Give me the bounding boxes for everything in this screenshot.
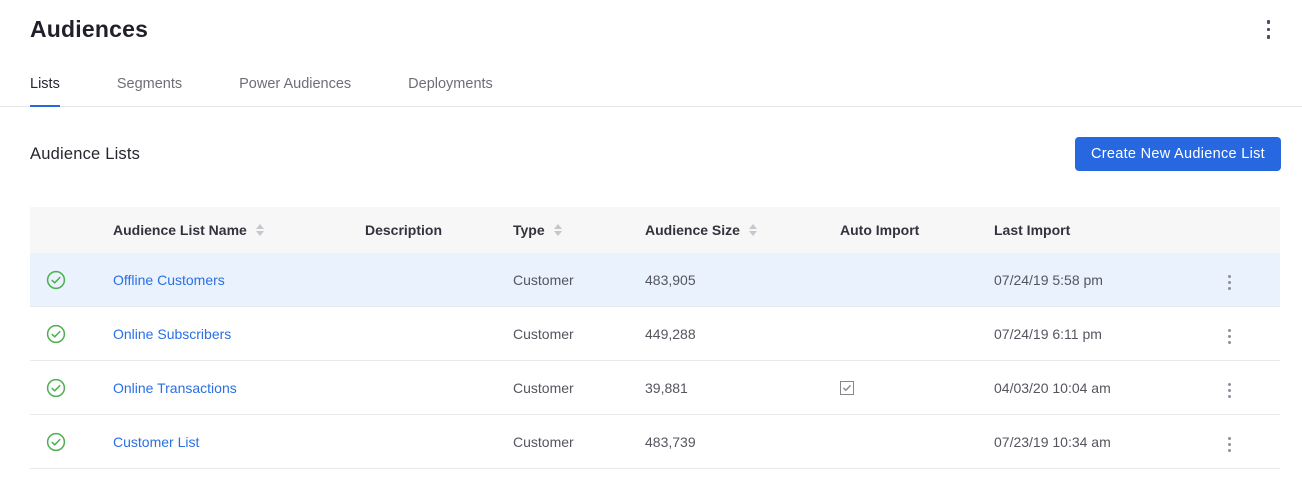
row-menu-kebab-icon[interactable] — [1224, 379, 1235, 402]
sort-icon — [749, 224, 757, 237]
tab-power-audiences[interactable]: Power Audiences — [239, 76, 351, 106]
row-status-cell — [30, 270, 113, 290]
sort-icon — [554, 224, 562, 237]
kebab-dot — [1267, 28, 1271, 32]
tab-bar: Lists Segments Power Audiences Deploymen… — [0, 76, 1302, 107]
type-cell: Customer — [513, 326, 645, 342]
auto-import-checkbox[interactable] — [840, 381, 854, 395]
audience-list-name-link[interactable]: Online Subscribers — [113, 326, 231, 342]
column-header-auto-import: Auto Import — [840, 222, 994, 238]
kebab-dot — [1228, 395, 1231, 398]
page-header: Audiences — [0, 0, 1302, 43]
row-menu-kebab-icon[interactable] — [1224, 325, 1235, 348]
column-header-description: Description — [365, 222, 513, 238]
kebab-dot — [1228, 281, 1231, 284]
row-status-cell — [30, 324, 113, 344]
kebab-dot — [1228, 389, 1231, 392]
kebab-dot — [1267, 20, 1271, 24]
table-header-row: Audience List Name Description Type Audi… — [30, 207, 1280, 253]
column-header-last-import: Last Import — [994, 222, 1204, 238]
audience-list-name-link[interactable]: Customer List — [113, 434, 199, 450]
tab-segments[interactable]: Segments — [117, 76, 182, 106]
kebab-dot — [1228, 335, 1231, 338]
audience-size-cell: 449,288 — [645, 326, 840, 342]
kebab-dot — [1267, 35, 1271, 39]
check-circle-icon — [46, 324, 66, 344]
audience-size-cell: 39,881 — [645, 380, 840, 396]
kebab-dot — [1228, 449, 1231, 452]
table-row: Online Transactions Customer 39,881 04/0… — [30, 361, 1280, 415]
check-circle-icon — [46, 378, 66, 398]
check-circle-icon — [46, 270, 66, 290]
kebab-dot — [1228, 275, 1231, 278]
row-menu-kebab-icon[interactable] — [1224, 271, 1235, 294]
column-label: Description — [365, 222, 442, 238]
tab-deployments[interactable]: Deployments — [408, 76, 493, 106]
audience-list-name-link[interactable]: Online Transactions — [113, 380, 237, 396]
auto-import-cell — [840, 380, 994, 396]
column-label: Type — [513, 222, 545, 238]
type-cell: Customer — [513, 434, 645, 450]
last-import-cell: 04/03/20 10:04 am — [994, 380, 1204, 396]
row-status-cell — [30, 432, 113, 452]
sort-icon — [256, 224, 264, 237]
kebab-dot — [1228, 383, 1231, 386]
last-import-cell: 07/24/19 6:11 pm — [994, 326, 1204, 342]
type-cell: Customer — [513, 380, 645, 396]
kebab-dot — [1228, 287, 1231, 290]
column-header-audience-size[interactable]: Audience Size — [645, 222, 840, 238]
column-label: Audience Size — [645, 222, 740, 238]
last-import-cell: 07/23/19 10:34 am — [994, 434, 1204, 450]
audience-lists-table: Audience List Name Description Type Audi… — [30, 207, 1280, 469]
column-label: Audience List Name — [113, 222, 247, 238]
page-menu-kebab-icon[interactable] — [1265, 18, 1273, 41]
column-label: Auto Import — [840, 222, 919, 238]
table-row: Offline Customers Customer 483,905 07/24… — [30, 253, 1280, 307]
create-new-audience-list-button[interactable]: Create New Audience List — [1075, 137, 1281, 171]
kebab-dot — [1228, 437, 1231, 440]
table-row: Online Subscribers Customer 449,288 07/2… — [30, 307, 1280, 361]
section-bar: Audience Lists Create New Audience List — [0, 107, 1302, 171]
check-circle-icon — [46, 432, 66, 452]
kebab-dot — [1228, 329, 1231, 332]
row-status-cell — [30, 378, 113, 398]
audience-list-name-link[interactable]: Offline Customers — [113, 272, 225, 288]
kebab-dot — [1228, 443, 1231, 446]
tab-lists[interactable]: Lists — [30, 76, 60, 107]
audience-size-cell: 483,739 — [645, 434, 840, 450]
row-menu-kebab-icon[interactable] — [1224, 433, 1235, 456]
page-title: Audiences — [30, 16, 1272, 43]
kebab-dot — [1228, 341, 1231, 344]
last-import-cell: 07/24/19 5:58 pm — [994, 272, 1204, 288]
column-header-audience-list-name[interactable]: Audience List Name — [113, 222, 365, 238]
table-row: Customer List Customer 483,739 07/23/19 … — [30, 415, 1280, 469]
section-heading: Audience Lists — [30, 145, 140, 164]
audience-size-cell: 483,905 — [645, 272, 840, 288]
column-label: Last Import — [994, 222, 1070, 238]
type-cell: Customer — [513, 272, 645, 288]
column-header-type[interactable]: Type — [513, 222, 645, 238]
